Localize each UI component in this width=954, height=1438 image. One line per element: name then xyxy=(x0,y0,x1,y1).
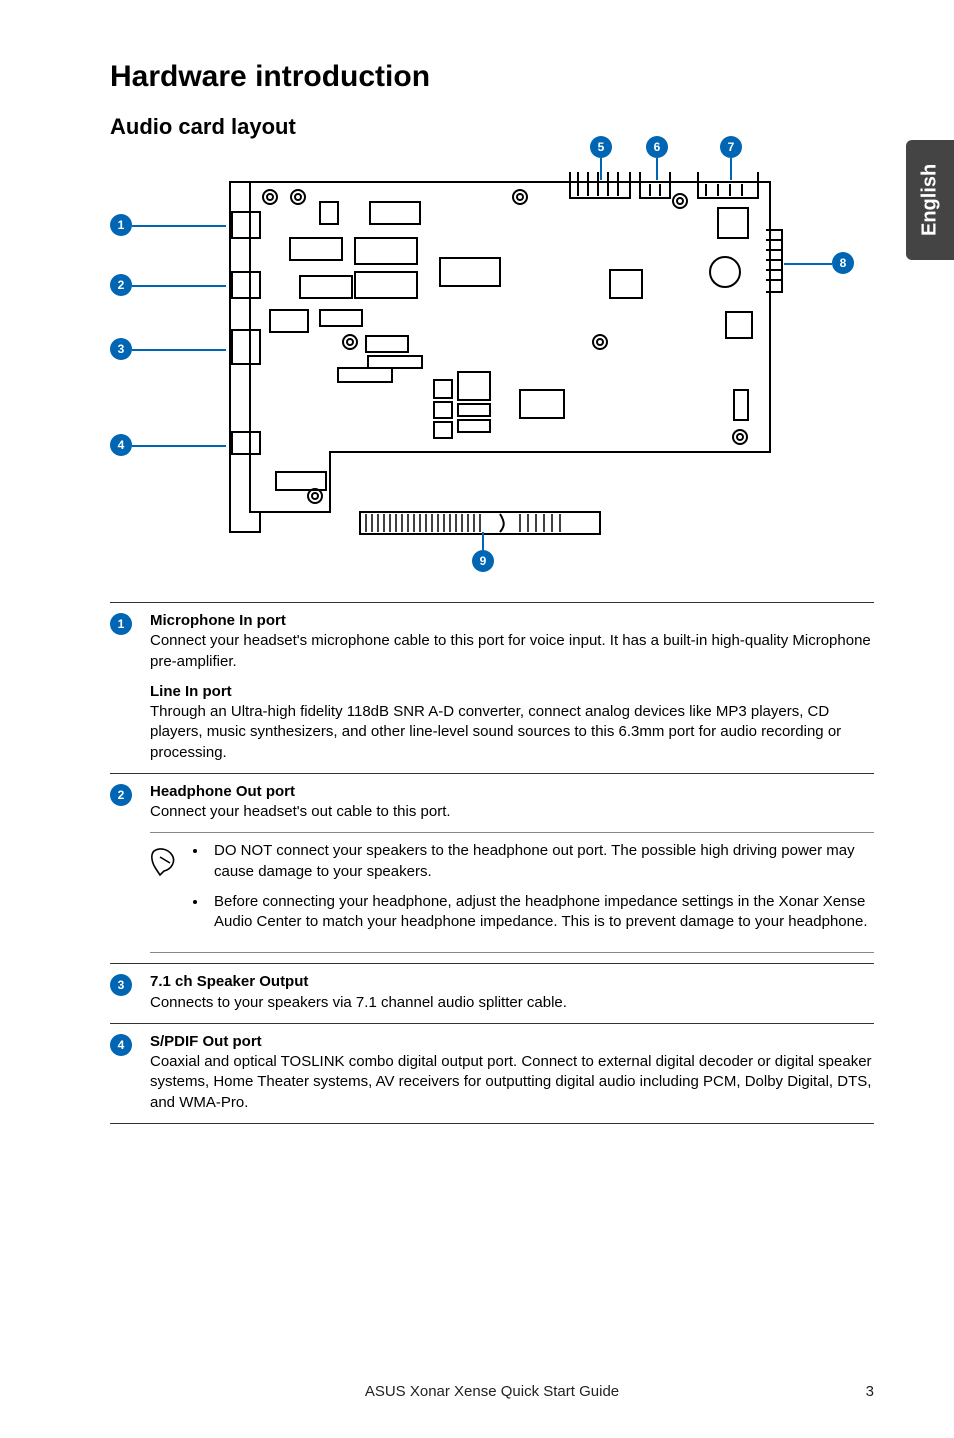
callout-line xyxy=(132,445,226,447)
item-row: 3 7.1 ch Speaker Output Connects to your… xyxy=(110,963,874,1023)
item-badge: 4 xyxy=(110,1034,132,1056)
item-body: Headphone Out port Connect your headset'… xyxy=(150,782,874,823)
note-block: DO NOT connect your speakers to the head… xyxy=(150,832,874,953)
note-list: DO NOT connect your speakers to the head… xyxy=(190,841,874,942)
callout-8: 8 xyxy=(832,252,854,274)
hand-write-icon xyxy=(150,845,182,877)
item-desc: Connect your headset's out cable to this… xyxy=(150,802,874,822)
item-title: 7.1 ch Speaker Output xyxy=(150,972,874,992)
item-body: 7.1 ch Speaker Output Connects to your s… xyxy=(150,972,874,1013)
note-icon xyxy=(150,841,190,942)
callout-2: 2 xyxy=(110,274,132,296)
item-row: 2 Headphone Out port Connect your headse… xyxy=(110,773,874,964)
item-body: S/PDIF Out port Coaxial and optical TOSL… xyxy=(150,1032,874,1113)
audio-card-diagram xyxy=(170,172,790,552)
callout-line xyxy=(656,158,658,180)
item-desc: Through an Ultra-high fidelity 118dB SNR… xyxy=(150,702,874,763)
item-desc: Connect your headset's microphone cable … xyxy=(150,631,874,672)
page-footer: ASUS Xonar Xense Quick Start Guide 3 xyxy=(110,1383,874,1400)
diagram-area: 1 2 3 4 5 6 7 8 9 xyxy=(110,152,874,572)
page-title: Hardware introduction xyxy=(110,60,874,94)
item-badge-col: 1 xyxy=(110,611,150,763)
callout-3: 3 xyxy=(110,338,132,360)
subtitle: Audio card layout xyxy=(110,114,874,140)
callout-line xyxy=(132,349,226,351)
item-title: Microphone In port xyxy=(150,611,874,631)
item-row: 1 Microphone In port Connect your headse… xyxy=(110,602,874,773)
item-title: Headphone Out port xyxy=(150,782,874,802)
item-badge: 1 xyxy=(110,613,132,635)
callout-7: 7 xyxy=(720,136,742,158)
item-list: 1 Microphone In port Connect your headse… xyxy=(110,602,874,1124)
item-title: Line In port xyxy=(150,682,874,702)
callout-line xyxy=(600,158,602,180)
footer-title: ASUS Xonar Xense Quick Start Guide xyxy=(110,1383,874,1400)
item-badge-col: 4 xyxy=(110,1032,150,1113)
page: English Hardware introduction Audio card… xyxy=(0,0,954,1438)
item-title: S/PDIF Out port xyxy=(150,1032,874,1052)
note-text: DO NOT connect your speakers to the head… xyxy=(208,841,874,882)
language-tab: English xyxy=(906,140,954,260)
item-badge-col: 2 xyxy=(110,782,150,823)
callout-line xyxy=(132,285,226,287)
item-body: Microphone In port Connect your headset'… xyxy=(150,611,874,763)
item-badge: 2 xyxy=(110,784,132,806)
note-text: Before connecting your headphone, adjust… xyxy=(208,892,874,933)
callout-1: 1 xyxy=(110,214,132,236)
item-badge-col: 3 xyxy=(110,972,150,1013)
callout-line xyxy=(730,158,732,180)
callout-line xyxy=(132,225,226,227)
callout-6: 6 xyxy=(646,136,668,158)
item-desc: Connects to your speakers via 7.1 channe… xyxy=(150,993,874,1013)
callout-9: 9 xyxy=(472,550,494,572)
item-badge: 3 xyxy=(110,974,132,996)
item-desc: Coaxial and optical TOSLINK combo digita… xyxy=(150,1052,874,1113)
callout-line xyxy=(482,532,484,550)
callout-4: 4 xyxy=(110,434,132,456)
item-row: 4 S/PDIF Out port Coaxial and optical TO… xyxy=(110,1023,874,1124)
callout-5: 5 xyxy=(590,136,612,158)
callout-line xyxy=(784,263,832,265)
